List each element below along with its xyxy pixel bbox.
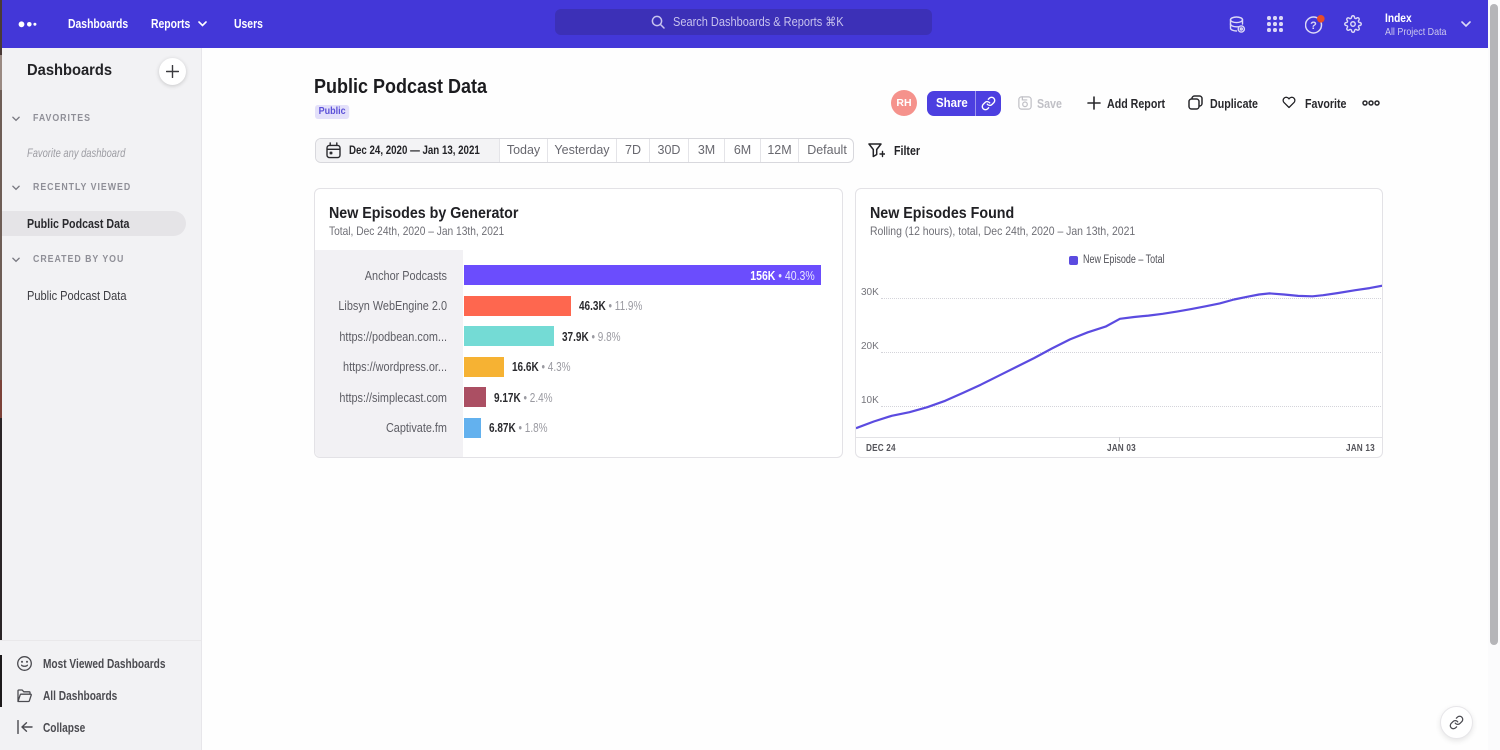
svg-text:?: ? — [1310, 20, 1317, 32]
